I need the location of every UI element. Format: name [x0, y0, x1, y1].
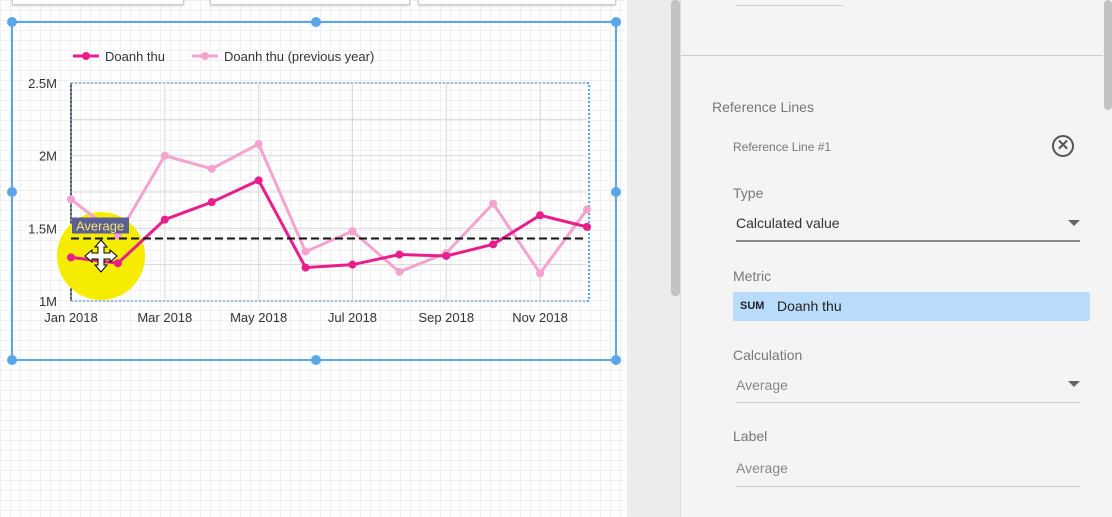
- data-point[interactable]: [67, 253, 75, 262]
- data-point[interactable]: [348, 227, 357, 236]
- data-point[interactable]: [67, 195, 75, 204]
- chevron-down-icon: [1068, 381, 1080, 387]
- resize-handle[interactable]: [611, 355, 621, 365]
- section-title: Reference Lines: [712, 99, 814, 115]
- y-tick-label: 2M: [39, 149, 57, 164]
- resize-handle[interactable]: [611, 17, 621, 27]
- x-tick-label: May 2018: [230, 310, 287, 325]
- remove-reference-line-button[interactable]: ✕: [1052, 135, 1074, 157]
- type-value: Calculated value: [736, 215, 840, 231]
- legend-swatch-dot: [201, 52, 209, 60]
- legend-label[interactable]: Doanh thu (previous year): [224, 49, 374, 64]
- x-tick-label: Nov 2018: [512, 310, 568, 325]
- data-point[interactable]: [395, 250, 404, 259]
- data-point[interactable]: [113, 259, 122, 268]
- resize-handle[interactable]: [7, 17, 17, 27]
- time-series-chart[interactable]: 1M 1.5M 2M 2.5M Jan 2018 Mar 2018 May 2018 Jul …: [0, 0, 627, 517]
- aggregation-badge: SUM: [740, 300, 765, 312]
- label-value: Average: [736, 460, 788, 476]
- reference-line-label: Average: [76, 219, 124, 234]
- data-point[interactable]: [254, 140, 263, 149]
- calculation-value: Average: [736, 377, 788, 393]
- resize-handle[interactable]: [611, 187, 621, 197]
- metric-label: Metric: [733, 268, 772, 284]
- data-point[interactable]: [160, 151, 169, 160]
- resize-handle[interactable]: [311, 17, 321, 27]
- data-point[interactable]: [536, 211, 545, 220]
- report-canvas: 1M 1.5M 2M 2.5M Jan 2018 Mar 2018 May 2018 Jul …: [0, 0, 627, 517]
- metric-chip[interactable]: SUM Doanh thu: [733, 292, 1090, 321]
- y-tick-label: 1.5M: [28, 221, 57, 236]
- type-label: Type: [733, 185, 764, 201]
- divider: [681, 55, 1103, 56]
- resize-handle[interactable]: [7, 187, 17, 197]
- series-line: [70, 178, 588, 270]
- data-point[interactable]: [395, 267, 404, 276]
- reference-line-title: Reference Line #1: [733, 140, 832, 154]
- data-point[interactable]: [301, 263, 310, 272]
- legend-label[interactable]: Doanh thu: [105, 49, 165, 64]
- field-underline: [735, 5, 843, 6]
- properties-panel: Reference Lines Reference Line #1 ✕ Type…: [680, 0, 1112, 517]
- label-label: Label: [733, 428, 768, 444]
- data-point[interactable]: [207, 164, 216, 173]
- y-tick-label: 2.5M: [28, 76, 57, 91]
- data-point[interactable]: [442, 251, 451, 260]
- x-tick-label: Mar 2018: [137, 310, 192, 325]
- data-point[interactable]: [301, 247, 310, 256]
- label-input[interactable]: Average: [736, 452, 1080, 487]
- x-tick-label: Jan 2018: [44, 310, 98, 325]
- legend-swatch-dot: [82, 52, 90, 60]
- y-tick-label: 1M: [39, 294, 57, 309]
- data-point[interactable]: [583, 205, 591, 214]
- calculation-select[interactable]: Average: [736, 370, 1080, 403]
- chevron-down-icon: [1068, 220, 1080, 226]
- canvas-scrollbar[interactable]: [671, 0, 680, 296]
- series-line: [70, 141, 589, 276]
- data-point[interactable]: [348, 260, 357, 269]
- x-tick-label: Jul 2018: [328, 310, 377, 325]
- data-point[interactable]: [254, 176, 263, 185]
- data-point[interactable]: [536, 269, 545, 278]
- x-tick-label: Sep 2018: [418, 310, 474, 325]
- type-select[interactable]: Calculated value: [736, 208, 1080, 242]
- data-point[interactable]: [160, 215, 169, 224]
- resize-handle[interactable]: [7, 355, 17, 365]
- resize-handle[interactable]: [311, 355, 321, 365]
- panel-scrollbar[interactable]: [1104, 0, 1112, 110]
- data-point[interactable]: [489, 199, 498, 208]
- data-point[interactable]: [489, 240, 498, 249]
- close-icon: ✕: [1056, 137, 1070, 154]
- data-point[interactable]: [207, 198, 216, 207]
- calculation-label: Calculation: [733, 347, 803, 363]
- data-point[interactable]: [583, 222, 591, 231]
- metric-name: Doanh thu: [777, 298, 842, 314]
